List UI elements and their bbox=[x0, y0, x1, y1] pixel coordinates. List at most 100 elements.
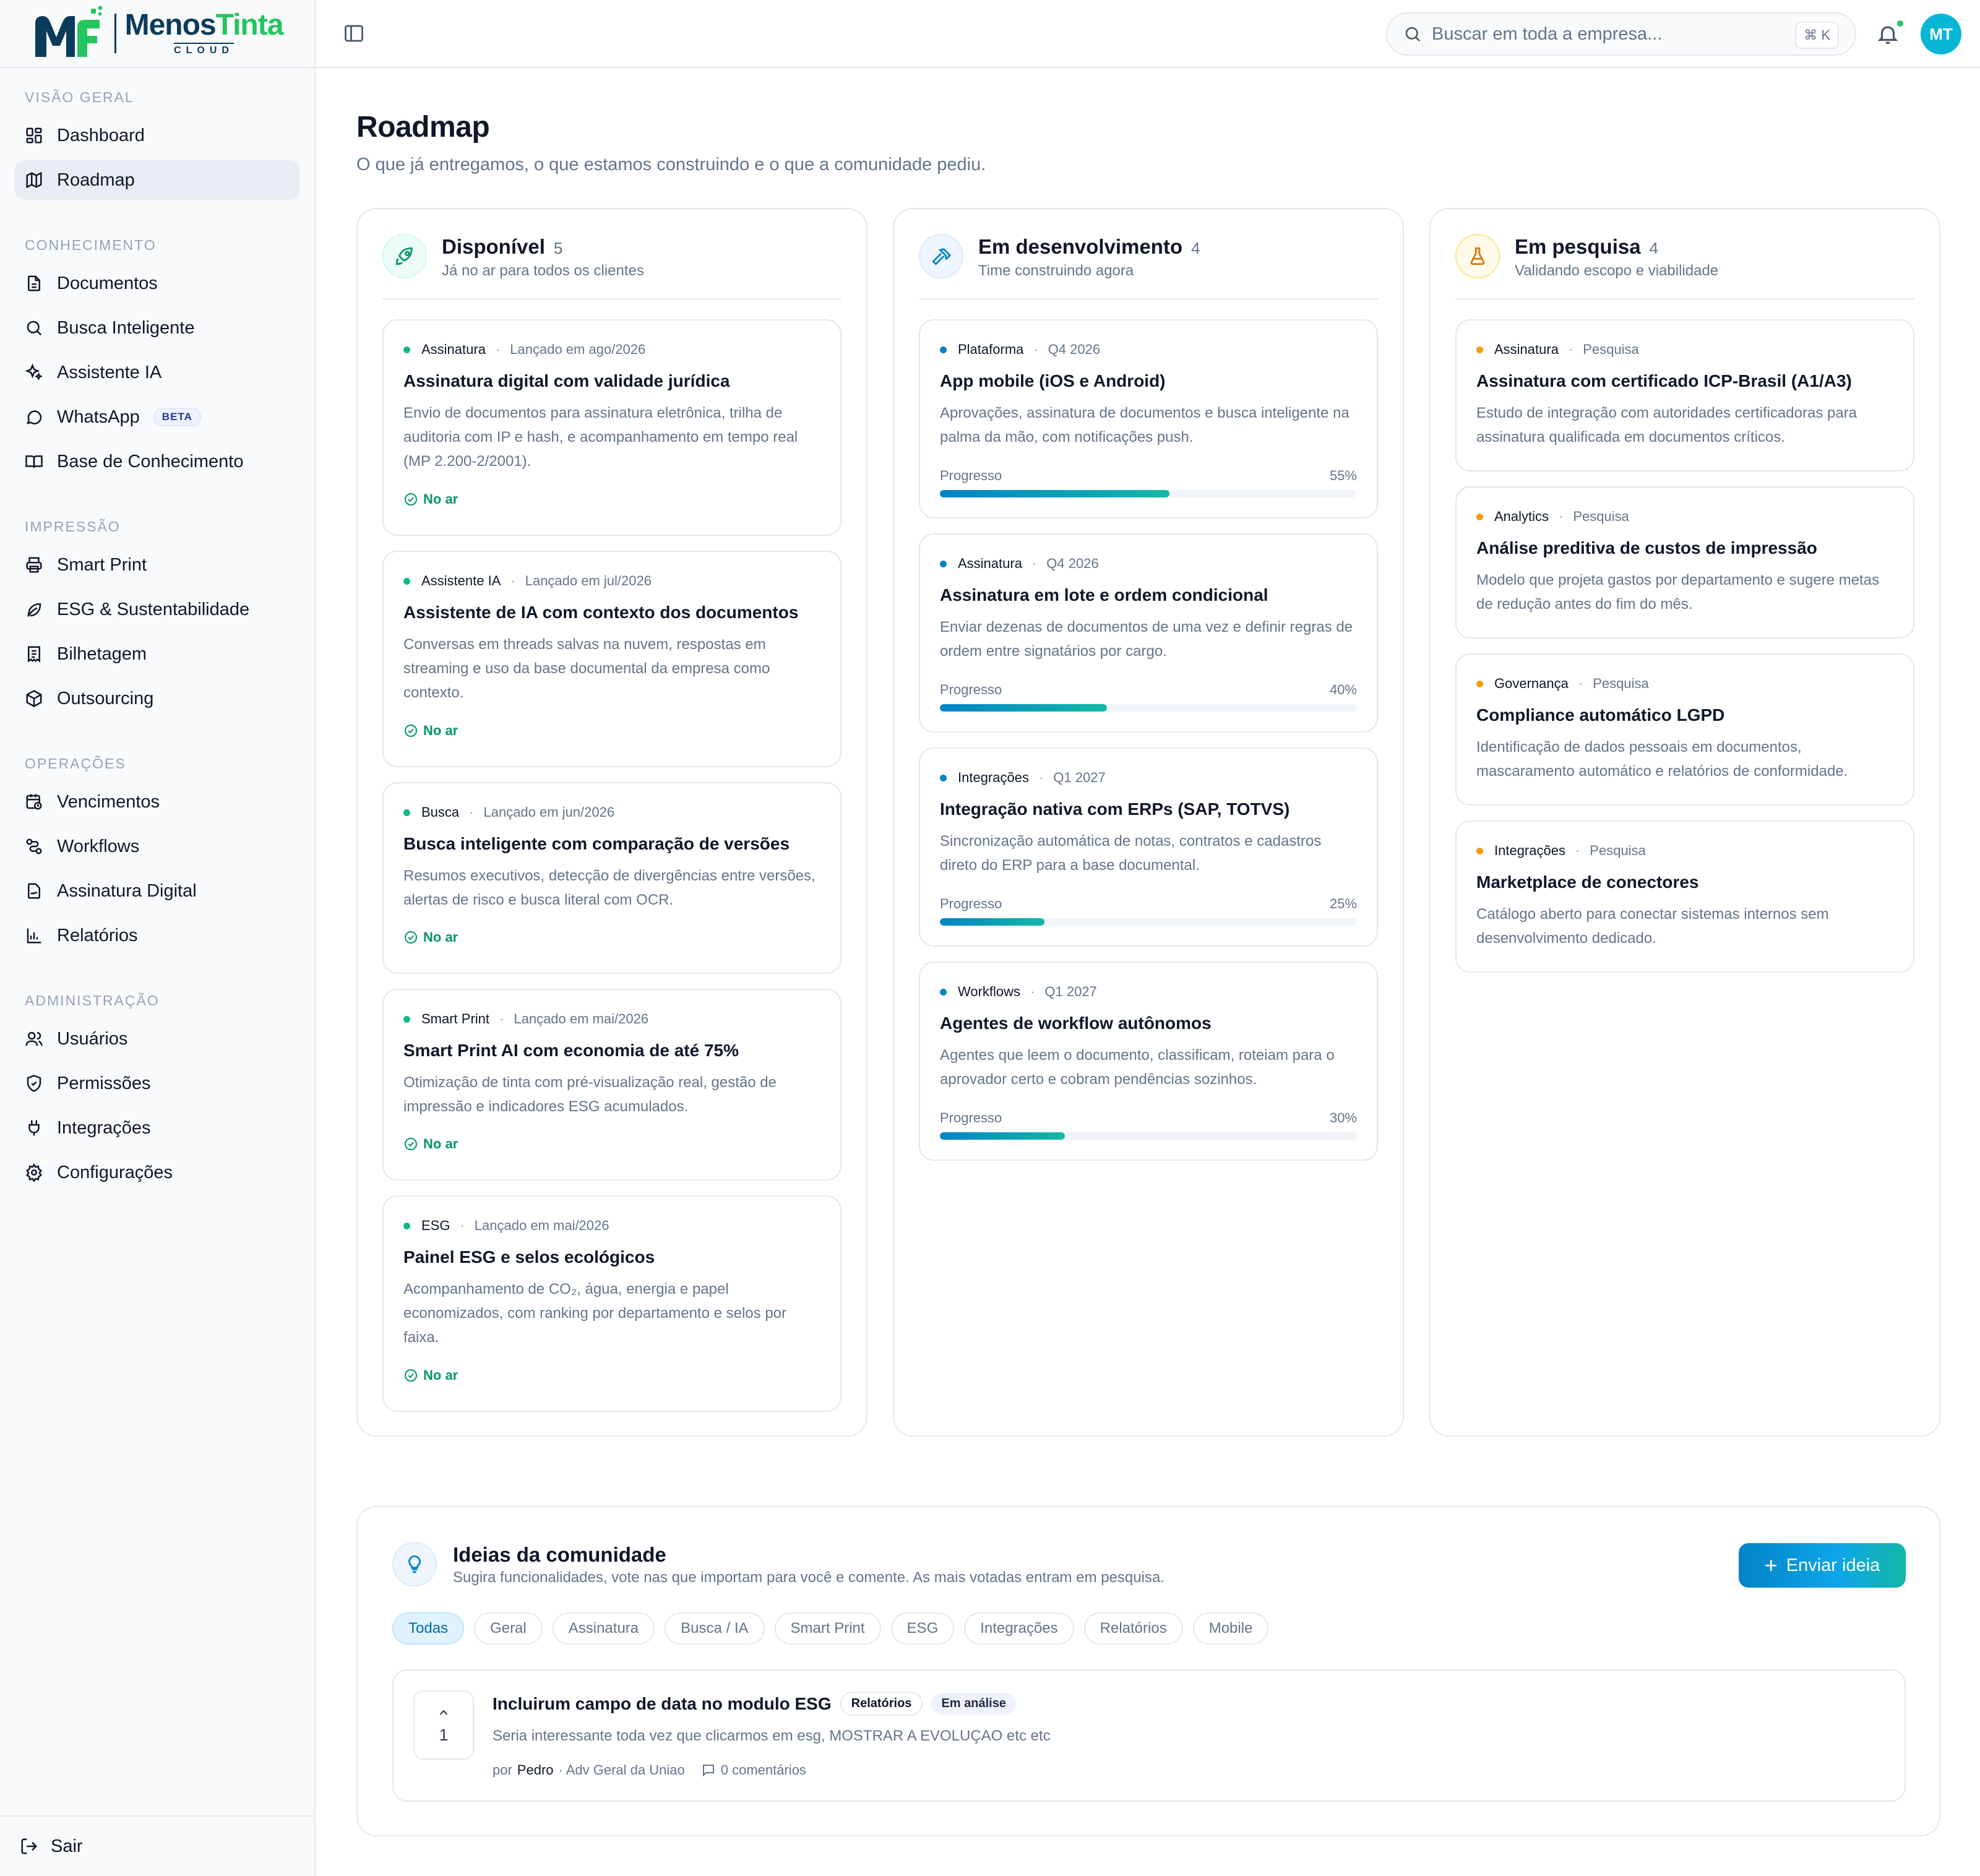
avatar[interactable]: MT bbox=[1921, 14, 1961, 54]
filter-chip-integracoes[interactable]: Integrações bbox=[964, 1612, 1074, 1645]
idea-description: Seria interessante toda vez que clicarmo… bbox=[493, 1728, 1051, 1744]
category-dot bbox=[403, 1015, 410, 1023]
sidebar-item-base-conhecimento[interactable]: Base de Conhecimento bbox=[15, 442, 299, 481]
column-title: Em pesquisa 4 bbox=[1515, 235, 1658, 259]
logo-mark-icon bbox=[35, 6, 102, 57]
card-date: Lançado em mai/2026 bbox=[514, 1011, 649, 1026]
sidebar-item-assinatura-digital[interactable]: Assinatura Digital bbox=[15, 871, 299, 911]
card-title: Assinatura digital com validade jurídica bbox=[403, 371, 730, 390]
card-title: Integração nativa com ERPs (SAP, TOTVS) bbox=[940, 799, 1290, 819]
sidebar-item-workflows[interactable]: Workflows bbox=[15, 827, 299, 866]
card-meta: Plataforma · Q4 2026 bbox=[940, 342, 1100, 358]
roadmap-card[interactable]: Smart Print · Lançado em mai/2026 Smart Pr… bbox=[382, 989, 842, 1181]
filter-chip-smart-print[interactable]: Smart Print bbox=[774, 1612, 881, 1645]
sidebar-item-label: Assistente IA bbox=[57, 362, 162, 382]
roadmap-card[interactable]: Busca · Lançado em jun/2026 Busca intelige… bbox=[382, 782, 842, 974]
roadmap-card[interactable]: Integrações · Pesquisa Marketplace de cone… bbox=[1455, 820, 1914, 973]
card-title: App mobile (iOS e Android) bbox=[940, 371, 1166, 390]
brand-logo[interactable]: MenosTinta CLOUD bbox=[0, 0, 314, 68]
roadmap-card[interactable]: Assinatura · Q4 2026 Assinatura em lote e … bbox=[919, 533, 1378, 733]
progress-fill bbox=[940, 704, 1107, 712]
filter-chip-busca-ia[interactable]: Busca / IA bbox=[665, 1612, 765, 1645]
category-dot bbox=[403, 577, 410, 585]
idea-by-label: por bbox=[493, 1762, 512, 1778]
roadmap-card[interactable]: ESG · Lançado em mai/2026 Painel ESG e sel… bbox=[382, 1195, 842, 1412]
search-input[interactable] bbox=[1432, 24, 1778, 45]
card-category: Assinatura bbox=[1494, 342, 1559, 357]
card-category: Busca bbox=[421, 804, 460, 820]
roadmap-card[interactable]: Assinatura · Lançado em ago/2026 Assinatur… bbox=[382, 319, 842, 536]
idea-comments-link[interactable]: 0 comentários bbox=[721, 1762, 806, 1778]
sidebar-item-vencimentos[interactable]: Vencimentos bbox=[15, 782, 299, 822]
sidebar-item-configuracoes[interactable]: Configurações bbox=[15, 1153, 299, 1192]
sidebar-item-whatsapp[interactable]: WhatsApp BETA bbox=[15, 397, 299, 437]
roadmap-card[interactable]: Integrações · Q1 2027 Integração nativa co… bbox=[919, 747, 1378, 947]
filter-chip-mobile[interactable]: Mobile bbox=[1192, 1612, 1269, 1645]
column-header: Em desenvolvimento 4 Time construindo ago… bbox=[919, 234, 1378, 299]
idea-author: Pedro bbox=[517, 1762, 554, 1778]
roadmap-card[interactable]: Assistente IA · Lançado em jul/2026 Assist… bbox=[382, 551, 842, 767]
sidebar-item-dashboard[interactable]: Dashboard bbox=[15, 116, 299, 155]
filter-chip-geral[interactable]: Geral bbox=[474, 1612, 543, 1645]
nav-section-impressao: IMPRESSÃO Smart Print ESG & Sustentabili… bbox=[0, 518, 314, 718]
card-description: Conversas em threads salvas na nuvem, re… bbox=[403, 636, 770, 701]
sidebar-item-permissoes[interactable]: Permissões bbox=[15, 1064, 299, 1103]
filter-chip-todas[interactable]: Todas bbox=[392, 1612, 465, 1645]
sidebar-item-label: Configurações bbox=[57, 1162, 173, 1182]
upvote-button[interactable]: 1 bbox=[413, 1690, 474, 1760]
category-dot bbox=[940, 988, 947, 996]
sidebar-toggle-icon[interactable] bbox=[343, 22, 365, 45]
idea-title: Incluirum campo de data no modulo ESG bbox=[493, 1693, 832, 1713]
logout-button[interactable]: Sair bbox=[0, 1815, 314, 1876]
card-title: Painel ESG e selos ecológicos bbox=[403, 1247, 655, 1267]
users-icon bbox=[25, 1031, 43, 1046]
sidebar-item-relatorios[interactable]: Relatórios bbox=[15, 916, 299, 955]
sidebar-item-documentos[interactable]: Documentos bbox=[15, 264, 299, 303]
sidebar-item-outsourcing[interactable]: Outsourcing bbox=[15, 679, 299, 718]
vote-count: 1 bbox=[439, 1725, 449, 1744]
filter-chip-assinatura[interactable]: Assinatura bbox=[552, 1612, 655, 1645]
check-circle-icon bbox=[405, 493, 417, 506]
meta-separator: · bbox=[495, 342, 501, 357]
roadmap-card[interactable]: Plataforma · Q4 2026 App mobile (iOS e And… bbox=[919, 319, 1378, 518]
roadmap-card[interactable]: Governança · Pesquisa Compliance automátic… bbox=[1455, 653, 1914, 806]
idea-org: · Adv Geral da Uniao bbox=[558, 1762, 685, 1778]
filter-chip-relatorios[interactable]: Relatórios bbox=[1083, 1612, 1183, 1645]
ideas-title: Ideias da comunidade bbox=[453, 1543, 666, 1566]
sidebar-item-usuarios[interactable]: Usuários bbox=[15, 1019, 299, 1059]
beta-badge: BETA bbox=[153, 408, 201, 426]
card-date: Q4 2026 bbox=[1048, 342, 1101, 357]
idea-item[interactable]: 1 Incluirum campo de data no modulo ESG … bbox=[392, 1669, 1906, 1802]
status-badge: No ar bbox=[403, 1367, 458, 1383]
sidebar-item-assistente-ia[interactable]: Assistente IA bbox=[15, 353, 299, 392]
column-title: Disponível 5 bbox=[442, 235, 562, 259]
card-description: Sincronização automática de notas, contr… bbox=[940, 833, 1322, 874]
progress-fill bbox=[940, 1132, 1065, 1140]
sidebar-item-integracoes[interactable]: Integrações bbox=[15, 1108, 299, 1148]
plus-icon: + bbox=[1764, 1552, 1778, 1578]
card-date: Q1 2027 bbox=[1053, 770, 1106, 785]
card-description: Estudo de integração com autoridades cer… bbox=[1476, 405, 1857, 445]
card-title: Marketplace de conectores bbox=[1476, 872, 1699, 892]
roadmap-card[interactable]: Assinatura · Pesquisa Assinatura com certi… bbox=[1455, 319, 1914, 471]
roadmap-card[interactable]: Analytics · Pesquisa Análise preditiva de … bbox=[1455, 486, 1914, 639]
sidebar-item-smart-print[interactable]: Smart Print bbox=[15, 545, 299, 585]
card-meta: Assinatura · Q4 2026 bbox=[940, 556, 1099, 572]
card-meta: Assinatura · Lançado em ago/2026 bbox=[403, 342, 645, 358]
column-disponivel: Disponível 5 Já no ar para todos os clien… bbox=[356, 208, 867, 1437]
sidebar-item-label: Vencimentos bbox=[57, 791, 160, 812]
search-icon bbox=[1405, 27, 1421, 42]
roadmap-card[interactable]: Workflows · Q1 2027 Agentes de workflow au… bbox=[919, 962, 1378, 1161]
send-idea-button[interactable]: + Enviar ideia bbox=[1739, 1543, 1906, 1588]
card-category: Assinatura bbox=[958, 556, 1022, 571]
sidebar-item-roadmap[interactable]: Roadmap bbox=[15, 160, 299, 200]
map-icon bbox=[26, 171, 42, 189]
sidebar-item-label: WhatsApp bbox=[57, 407, 140, 427]
card-date: Lançado em jun/2026 bbox=[483, 804, 615, 820]
global-search[interactable]: ⌘ K bbox=[1386, 12, 1856, 56]
sidebar-item-esg[interactable]: ESG & Sustentabilidade bbox=[15, 590, 299, 629]
sidebar-item-bilhetagem[interactable]: Bilhetagem bbox=[15, 634, 299, 674]
sidebar-item-label: Documentos bbox=[57, 273, 158, 293]
filter-chip-esg[interactable]: ESG bbox=[890, 1612, 955, 1645]
sidebar-item-busca-inteligente[interactable]: Busca Inteligente bbox=[15, 308, 299, 348]
